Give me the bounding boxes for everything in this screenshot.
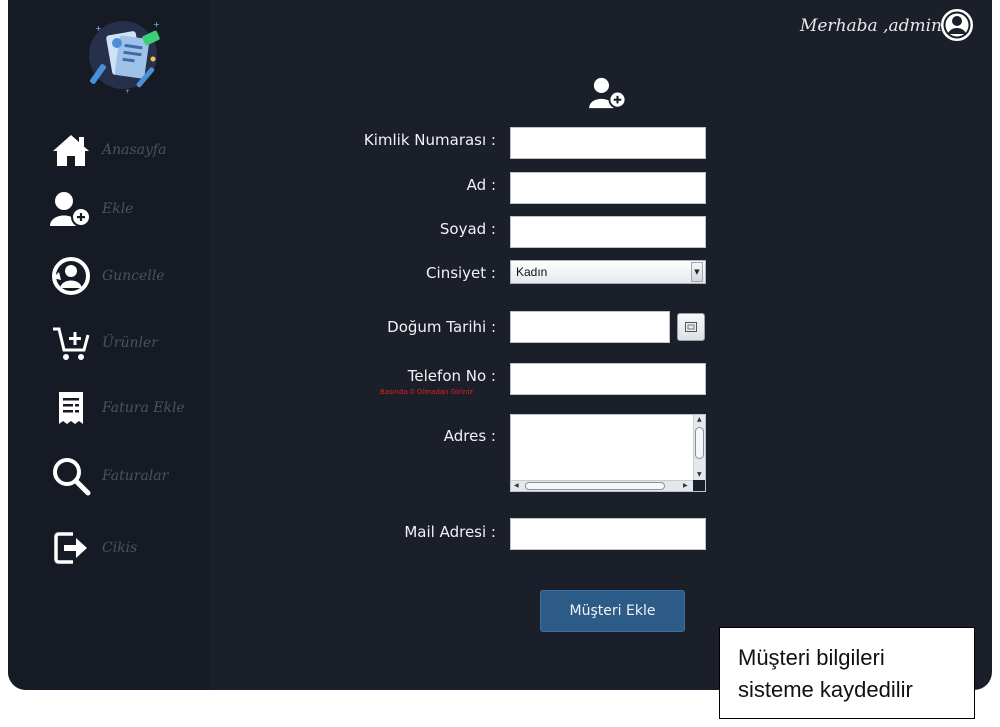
app-window: + + + Anasayfa Ekle Guncelle Ürünler Fat…: [8, 0, 992, 690]
svg-text:+: +: [95, 24, 102, 33]
id-number-input[interactable]: [510, 127, 706, 159]
sidebar-item-label: Ürünler: [102, 335, 158, 351]
annotation-line-1: Müşteri bilgileri: [738, 645, 885, 670]
sidebar-item-label: Anasayfa: [102, 142, 167, 158]
calendar-button[interactable]: [677, 313, 705, 341]
vertical-scrollbar[interactable]: ▲ ▼: [693, 415, 705, 481]
chevron-down-icon[interactable]: ▼: [691, 262, 703, 282]
invoice-logo-icon: + + +: [89, 20, 160, 95]
gender-select[interactable]: Kadın ▼: [510, 260, 706, 284]
calendar-icon: [685, 322, 697, 332]
sidebar-item-label: Cikis: [102, 540, 138, 556]
scroll-right-icon[interactable]: ▶: [683, 483, 688, 489]
name-input[interactable]: [510, 172, 706, 204]
vertical-scroll-thumb[interactable]: [695, 427, 704, 459]
user-account-icon[interactable]: [940, 8, 974, 42]
user-add-icon: [48, 186, 94, 232]
sidebar-item-label: Ekle: [102, 201, 134, 217]
horizontal-scroll-thumb[interactable]: [525, 482, 665, 490]
surname-label: Soyad :: [439, 220, 496, 238]
sidebar-item-label: Guncelle: [102, 268, 165, 284]
gender-label: Cinsiyet :: [426, 264, 496, 282]
surname-input[interactable]: [510, 216, 706, 248]
scroll-up-icon[interactable]: ▲: [697, 417, 702, 423]
annotation-box: Müşteri bilgileri sisteme kaydedilir: [719, 627, 975, 719]
add-customer-button[interactable]: Müşteri Ekle: [540, 590, 685, 632]
sidebar-item-label: Fatura Ekle: [102, 400, 185, 416]
horizontal-scrollbar[interactable]: ◀ ▶: [511, 480, 694, 491]
annotation-line-2: sisteme kaydedilir: [738, 677, 913, 702]
sidebar-item-faturalar[interactable]: Faturalar: [48, 453, 208, 499]
sidebar-item-ekle[interactable]: Ekle: [48, 186, 208, 232]
cart-add-icon: [48, 320, 94, 366]
gender-selected-value: Kadın: [516, 265, 548, 279]
phone-input[interactable]: [510, 363, 706, 395]
svg-text:+: +: [125, 88, 130, 95]
address-textarea-frame: ▲ ▼ ◀ ▶: [510, 414, 706, 492]
user-add-icon: [589, 77, 627, 109]
phone-label: Telefon No :: [407, 367, 496, 385]
sidebar-item-guncelle[interactable]: Guncelle: [48, 253, 208, 299]
user-greeting: Merhaba ,admin: [799, 16, 942, 36]
scroll-left-icon[interactable]: ◀: [514, 483, 519, 489]
sidebar-item-label: Faturalar: [102, 468, 169, 484]
sidebar: + + + Anasayfa Ekle Guncelle Ürünler Fat…: [8, 0, 210, 690]
scrollbar-corner: [693, 480, 705, 491]
birth-date-label: Doğum Tarihi :: [387, 318, 496, 336]
sidebar-item-cikis[interactable]: Cikis: [48, 525, 208, 571]
address-textarea[interactable]: [511, 415, 694, 481]
svg-text:+: +: [153, 20, 160, 29]
exit-icon: [48, 525, 94, 571]
mail-label: Mail Adresi :: [404, 523, 496, 541]
sidebar-item-anasayfa[interactable]: Anasayfa: [48, 127, 208, 173]
id-number-label: Kimlik Numarası :: [363, 131, 496, 149]
phone-hint: Basında 0 Olmadan Giriniz: [380, 388, 473, 396]
address-label: Adres :: [443, 427, 496, 445]
scroll-down-icon[interactable]: ▼: [697, 472, 702, 478]
mail-input[interactable]: [510, 518, 706, 550]
name-label: Ad :: [466, 176, 496, 194]
sidebar-item-urunler[interactable]: Ürünler: [48, 320, 208, 366]
sidebar-item-fatura-ekle[interactable]: Fatura Ekle: [48, 385, 208, 431]
user-refresh-icon: [48, 253, 94, 299]
search-icon: [48, 453, 94, 499]
birth-date-input[interactable]: [510, 311, 670, 343]
home-icon: [48, 127, 94, 173]
invoice-icon: [48, 385, 94, 431]
